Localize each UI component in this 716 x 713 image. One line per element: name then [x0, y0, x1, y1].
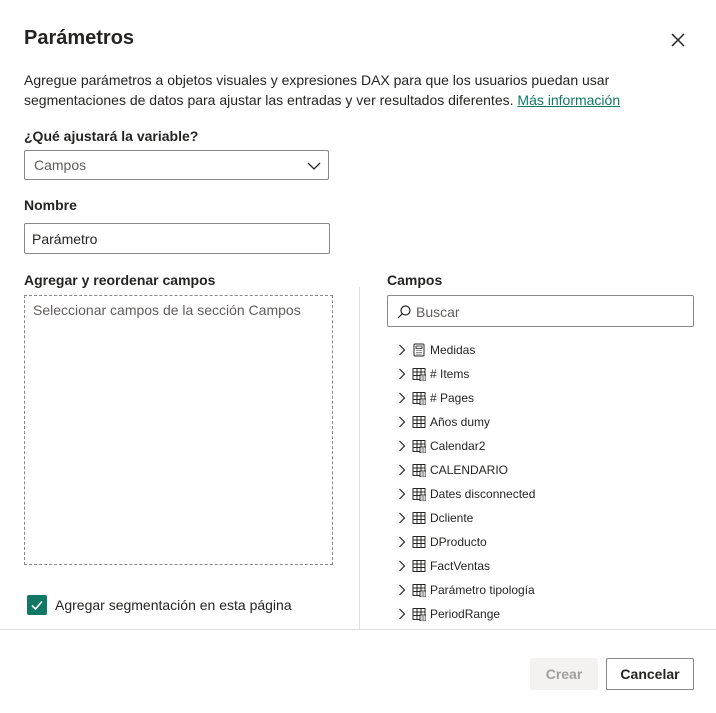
- calculated-table-icon: [412, 439, 427, 454]
- chevron-right-icon[interactable]: [395, 343, 409, 357]
- variable-label: ¿Qué ajustará la variable?: [24, 128, 199, 144]
- field-tree-item[interactable]: # Items: [395, 362, 695, 386]
- search-icon: [396, 304, 412, 320]
- calculated-table-icon: [412, 367, 427, 382]
- cancel-button[interactable]: Cancelar: [606, 658, 694, 690]
- chevron-right-icon[interactable]: [395, 463, 409, 477]
- dialog-title: Parámetros: [24, 27, 135, 49]
- field-tree-item-label: Dcliente: [430, 511, 474, 525]
- field-tree-item[interactable]: FactVentas: [395, 554, 695, 578]
- table-icon: [412, 535, 426, 549]
- table-icon: [412, 559, 426, 573]
- variable-dropdown[interactable]: Campos: [24, 150, 329, 180]
- field-tree-item[interactable]: # Pages: [395, 386, 695, 410]
- field-tree-item-label: Años dumy: [430, 415, 491, 429]
- field-tree-item-label: FactVentas: [430, 559, 491, 573]
- field-tree-item-label: # Items: [430, 367, 470, 381]
- footer-divider: [0, 629, 716, 630]
- chevron-right-icon[interactable]: [395, 535, 409, 549]
- parameters-dialog: Parámetros Agregue parámetros a objetos …: [0, 0, 716, 713]
- field-tree-item-label: PeriodRange: [430, 607, 501, 621]
- create-button[interactable]: Crear: [530, 658, 598, 690]
- field-tree-item-label: Dates disconnected: [430, 487, 536, 501]
- field-tree-item[interactable]: Años dumy: [395, 410, 695, 434]
- learn-more-link[interactable]: Más información: [517, 92, 620, 108]
- field-tree-item-label: DProducto: [430, 535, 487, 549]
- calculated-table-icon: [412, 607, 427, 622]
- name-label: Nombre: [24, 197, 77, 213]
- field-tree-item[interactable]: Dcliente: [395, 506, 695, 530]
- chevron-right-icon[interactable]: [395, 607, 409, 621]
- fields-tree: Medidas # Items # Pages Años dumy Calendar2 C…: [395, 338, 695, 626]
- add-slicer-checkbox[interactable]: [27, 595, 47, 615]
- chevron-right-icon[interactable]: [395, 487, 409, 501]
- dialog-description: Agregue parámetros a objetos visuales y …: [24, 70, 644, 110]
- field-tree-item[interactable]: CALENDARIO: [395, 458, 695, 482]
- chevron-right-icon[interactable]: [395, 415, 409, 429]
- field-tree-item[interactable]: DProducto: [395, 530, 695, 554]
- fields-search-box[interactable]: [387, 295, 694, 327]
- field-tree-item[interactable]: Parámetro tipología: [395, 578, 695, 602]
- field-tree-item-label: # Pages: [430, 391, 475, 405]
- search-input[interactable]: [414, 299, 688, 325]
- chevron-right-icon[interactable]: [395, 559, 409, 573]
- close-icon[interactable]: [666, 28, 690, 52]
- drop-zone-hint: Seleccionar campos de la sección Campos: [33, 302, 301, 318]
- calculated-table-icon: [412, 487, 427, 502]
- field-tree-item-label: CALENDARIO: [430, 463, 509, 477]
- calculated-table-icon: [412, 391, 427, 406]
- vertical-divider: [359, 287, 360, 629]
- field-tree-item[interactable]: Calendar2: [395, 434, 695, 458]
- chevron-right-icon[interactable]: [395, 367, 409, 381]
- field-tree-item-label: Calendar2: [430, 439, 486, 453]
- table-icon: [412, 415, 426, 429]
- fields-drop-zone[interactable]: Seleccionar campos de la sección Campos: [24, 295, 333, 565]
- measure-table-icon: [412, 343, 426, 357]
- fields-label: Campos: [387, 272, 443, 288]
- field-tree-item-label: Parámetro tipología: [430, 583, 535, 597]
- reorder-fields-label: Agregar y reordenar campos: [24, 272, 216, 288]
- table-icon: [412, 511, 426, 525]
- field-tree-item[interactable]: Dates disconnected: [395, 482, 695, 506]
- calculated-table-icon: [412, 583, 427, 598]
- checkmark-icon: [31, 600, 43, 611]
- chevron-right-icon[interactable]: [395, 583, 409, 597]
- variable-selected-value: Campos: [34, 157, 87, 173]
- field-tree-item[interactable]: Medidas: [395, 338, 695, 362]
- name-input[interactable]: [24, 223, 330, 254]
- chevron-right-icon[interactable]: [395, 439, 409, 453]
- field-tree-item[interactable]: PeriodRange: [395, 602, 695, 626]
- calculated-table-icon: [412, 463, 427, 478]
- field-tree-item-label: Medidas: [430, 343, 476, 357]
- add-slicer-label: Agregar segmentación en esta página: [55, 597, 292, 613]
- chevron-right-icon[interactable]: [395, 511, 409, 525]
- chevron-down-icon: [306, 158, 322, 174]
- chevron-right-icon[interactable]: [395, 391, 409, 405]
